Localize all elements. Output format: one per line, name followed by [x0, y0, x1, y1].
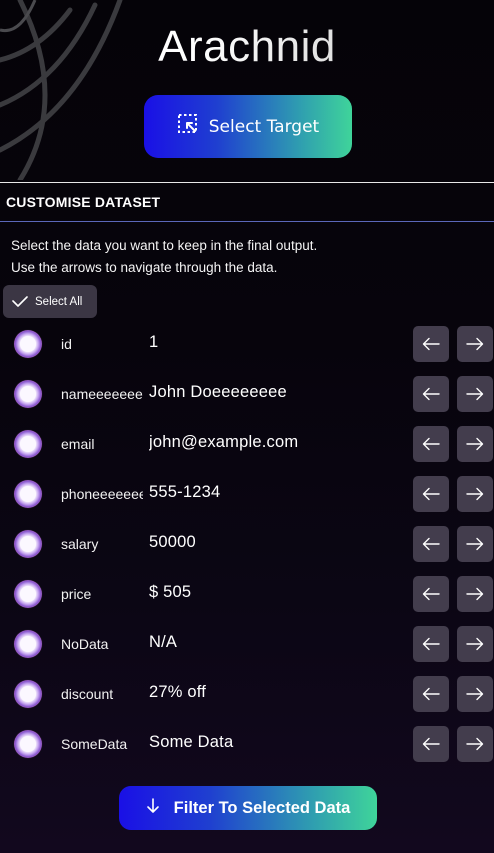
select-target-icon [177, 113, 199, 140]
row-next-button[interactable] [457, 476, 493, 512]
row-select-radio[interactable] [14, 480, 42, 508]
row-prev-button[interactable] [413, 426, 449, 462]
row-prev-button[interactable] [413, 526, 449, 562]
row-next-button[interactable] [457, 726, 493, 762]
app-title: Arachnid [0, 22, 494, 72]
data-row: id 1 [0, 326, 494, 362]
row-select-radio[interactable] [14, 380, 42, 408]
arrow-right-icon [466, 637, 484, 651]
arrow-left-icon [422, 637, 440, 651]
row-select-radio[interactable] [14, 680, 42, 708]
row-prev-button[interactable] [413, 726, 449, 762]
filter-selected-label: Filter To Selected Data [173, 798, 351, 817]
data-row: SomeData Some Data [0, 726, 494, 762]
filter-selected-button[interactable]: Filter To Selected Data [119, 786, 377, 830]
row-value: john@example.com [149, 433, 299, 451]
data-row: price $ 505 [0, 576, 494, 612]
row-select-radio[interactable] [14, 730, 42, 758]
data-row: discount 27% off [0, 676, 494, 712]
row-prev-button[interactable] [413, 576, 449, 612]
row-prev-button[interactable] [413, 626, 449, 662]
row-next-button[interactable] [457, 376, 493, 412]
select-target-label: Select Target [208, 116, 320, 137]
row-value: 27% off [149, 683, 207, 701]
arrow-right-icon [466, 387, 484, 401]
row-select-radio[interactable] [14, 330, 42, 358]
arrow-right-icon [466, 737, 484, 751]
row-key: email [61, 436, 95, 452]
row-key: phoneeeeeeee [61, 486, 143, 502]
arrow-left-icon [422, 337, 440, 351]
arrow-right-icon [466, 587, 484, 601]
arrow-left-icon [422, 537, 440, 551]
arrow-left-icon [422, 387, 440, 401]
row-value: Some Data [149, 733, 234, 751]
arrow-left-icon [422, 487, 440, 501]
row-value: 50000 [149, 533, 196, 551]
row-value: N/A [149, 633, 178, 651]
select-target-button[interactable]: Select Target [144, 95, 352, 158]
arrow-right-icon [466, 437, 484, 451]
row-prev-button[interactable] [413, 676, 449, 712]
row-select-radio[interactable] [14, 530, 42, 558]
instruction-text-2: Use the arrows to navigate through the d… [11, 260, 278, 275]
row-value: 555-1234 [149, 483, 221, 501]
data-row: nameeeeeeeeee John Doeeeeeeee [0, 376, 494, 412]
row-next-button[interactable] [457, 526, 493, 562]
row-key: SomeData [61, 736, 128, 752]
row-next-button[interactable] [457, 326, 493, 362]
data-row: email john@example.com [0, 426, 494, 462]
row-next-button[interactable] [457, 626, 493, 662]
row-key: nameeeeeeeeee [61, 386, 143, 402]
row-prev-button[interactable] [413, 326, 449, 362]
row-select-radio[interactable] [14, 580, 42, 608]
row-select-radio[interactable] [14, 430, 42, 458]
row-value: $ 505 [149, 583, 192, 601]
row-select-radio[interactable] [14, 630, 42, 658]
arrow-left-icon [422, 437, 440, 451]
arrow-left-icon [422, 737, 440, 751]
arrow-down-icon [146, 797, 160, 819]
instruction-text-1: Select the data you want to keep in the … [11, 238, 318, 253]
select-all-label: Select All [35, 295, 83, 308]
checkmark-icon [12, 295, 28, 307]
row-key: id [61, 336, 72, 352]
row-key: NoData [61, 636, 109, 652]
row-value: 1 [149, 333, 159, 351]
row-next-button[interactable] [457, 676, 493, 712]
row-prev-button[interactable] [413, 376, 449, 412]
data-row: phoneeeeeeee 555-1234 [0, 476, 494, 512]
arrow-left-icon [422, 587, 440, 601]
row-key: price [61, 586, 92, 602]
arrow-left-icon [422, 687, 440, 701]
row-next-button[interactable] [457, 426, 493, 462]
select-all-button[interactable]: Select All [3, 285, 97, 318]
row-next-button[interactable] [457, 576, 493, 612]
row-key: discount [61, 686, 114, 702]
data-row: NoData N/A [0, 626, 494, 662]
row-key: salary [61, 536, 99, 552]
section-title: CUSTOMISE DATASET [6, 194, 161, 210]
arrow-right-icon [466, 487, 484, 501]
row-prev-button[interactable] [413, 476, 449, 512]
data-row: salary 50000 [0, 526, 494, 562]
row-value: John Doeeeeeeee [149, 383, 287, 401]
arrow-right-icon [466, 537, 484, 551]
arrow-right-icon [466, 337, 484, 351]
header-divider [0, 182, 494, 183]
section-divider [0, 221, 494, 222]
arrow-right-icon [466, 687, 484, 701]
